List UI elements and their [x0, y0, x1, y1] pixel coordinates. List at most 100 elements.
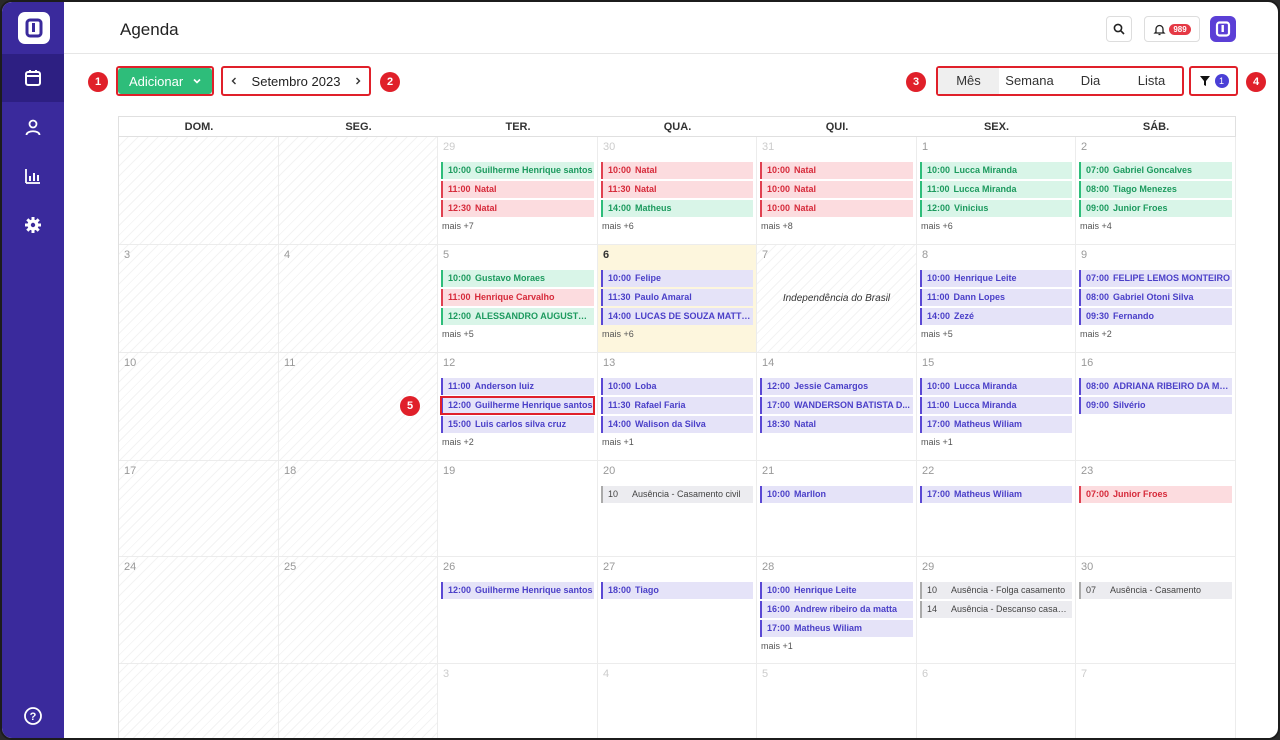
calendar-event[interactable]: 10:00 Henrique Leite	[760, 582, 913, 599]
calendar-event[interactable]: 10:00 Lucca Miranda	[920, 378, 1072, 395]
calendar-event[interactable]: 10:00 Guilherme Henrique santos	[441, 162, 594, 179]
more-events-link[interactable]: mais +2	[442, 437, 474, 447]
day-cell[interactable]: 27 18:00 Tiago	[598, 557, 757, 664]
help-button[interactable]: ?	[23, 706, 43, 731]
day-cell[interactable]	[119, 664, 279, 738]
add-button[interactable]: Adicionar	[118, 68, 212, 94]
day-cell[interactable]: 25	[279, 557, 438, 664]
day-cell[interactable]: 31 10:00 Natal 10:00 Natal 10:00 Natal mais +8	[757, 137, 917, 245]
day-cell[interactable]: 9 07:00 FELIPE LEMOS MONTEIRO 08:00 Gabriel …	[1076, 245, 1236, 353]
calendar-event[interactable]: 18:30 Natal	[760, 416, 913, 433]
calendar-event[interactable]: 10 Ausência - Casamento civil	[601, 486, 753, 503]
day-cell[interactable]: 7	[1076, 664, 1236, 738]
sidebar-item-users[interactable]	[2, 103, 64, 151]
calendar-event[interactable]: 15:00 Luis carlos silva cruz	[441, 416, 594, 433]
calendar-event[interactable]: 10:00 Loba	[601, 378, 753, 395]
tab-day[interactable]: Dia	[1060, 68, 1121, 94]
calendar-event[interactable]: 11:00 Lucca Miranda	[920, 397, 1072, 414]
day-cell[interactable]: 22 17:00 Matheus Wiliam	[917, 461, 1076, 557]
day-cell[interactable]: 3	[119, 245, 279, 353]
more-events-link[interactable]: mais +7	[442, 221, 474, 231]
tab-month[interactable]: Mês	[938, 68, 999, 94]
day-cell[interactable]: 5 10:00 Gustavo Moraes 11:00 Henrique Carval…	[438, 245, 598, 353]
calendar-event[interactable]: 12:30 Natal	[441, 200, 594, 217]
calendar-event[interactable]: 17:00 Matheus Wiliam	[920, 416, 1072, 433]
day-cell[interactable]: 12 11:00 Anderson luiz 12:00 Guilherme Henri…	[438, 353, 598, 461]
calendar-event[interactable]: 08:00 Gabriel Otoni Silva	[1079, 289, 1232, 306]
day-cell[interactable]: 1 10:00 Lucca Miranda 11:00 Lucca Miranda 12:…	[917, 137, 1076, 245]
calendar-event[interactable]: 12:00 Guilherme Henrique santos	[441, 582, 594, 599]
calendar-event[interactable]: 12:00 ALESSANDRO AUGUSTO ...	[441, 308, 594, 325]
sidebar-item-settings[interactable]	[2, 201, 64, 249]
calendar-event[interactable]: 10:00 Natal	[760, 162, 913, 179]
calendar-event[interactable]: 07:00 Junior Froes	[1079, 486, 1232, 503]
calendar-event[interactable]: 09:30 Fernando	[1079, 308, 1232, 325]
calendar-event[interactable]: 11:30 Rafael Faria	[601, 397, 753, 414]
sidebar-item-agenda[interactable]	[2, 54, 64, 102]
day-cell[interactable]: 26 12:00 Guilherme Henrique santos	[438, 557, 598, 664]
calendar-event[interactable]: 10:00 Natal	[760, 200, 913, 217]
calendar-event[interactable]: 16:00 Andrew ribeiro da matta	[760, 601, 913, 618]
more-events-link[interactable]: mais +1	[921, 437, 953, 447]
day-cell[interactable]: 30 07 Ausência - Casamento	[1076, 557, 1236, 664]
calendar-event[interactable]: 10:00 Lucca Miranda	[920, 162, 1072, 179]
day-cell[interactable]: 6	[917, 664, 1076, 738]
day-cell[interactable]: 14 12:00 Jessie Camargos 17:00 WANDERSON BAT…	[757, 353, 917, 461]
day-cell[interactable]: 5	[757, 664, 917, 738]
calendar-event[interactable]: 08:00 Tiago Menezes	[1079, 181, 1232, 198]
day-cell[interactable]: 24	[119, 557, 279, 664]
more-events-link[interactable]: mais +6	[602, 329, 634, 339]
calendar-event[interactable]: 10:00 Natal	[601, 162, 753, 179]
calendar-event[interactable]: 17:00 Matheus Wiliam	[760, 620, 913, 637]
calendar-event[interactable]: 09:00 Junior Froes	[1079, 200, 1232, 217]
more-events-link[interactable]: mais +1	[602, 437, 634, 447]
more-events-link[interactable]: mais +5	[442, 329, 474, 339]
more-events-link[interactable]: mais +6	[921, 221, 953, 231]
more-events-link[interactable]: mais +4	[1080, 221, 1112, 231]
day-cell[interactable]: 16 08:00 ADRIANA RIBEIRO DA MA... 09:00 Silv…	[1076, 353, 1236, 461]
day-cell[interactable]: 4	[279, 245, 438, 353]
day-cell[interactable]: 19	[438, 461, 598, 557]
calendar-event[interactable]: 07:00 Gabriel Goncalves	[1079, 162, 1232, 179]
day-cell[interactable]: 8 10:00 Henrique Leite 11:00 Dann Lopes 14:00…	[917, 245, 1076, 353]
day-cell[interactable]: 21 10:00 Marllon	[757, 461, 917, 557]
calendar-event[interactable]: 11:00 Natal	[441, 181, 594, 198]
calendar-event[interactable]: 11:00 Anderson luiz	[441, 378, 594, 395]
calendar-event[interactable]: 10:00 Gustavo Moraes	[441, 270, 594, 287]
calendar-event[interactable]: 12:00 Guilherme Henrique santos	[440, 396, 595, 415]
day-cell[interactable]: 20 10 Ausência - Casamento civil	[598, 461, 757, 557]
more-events-link[interactable]: mais +1	[761, 641, 793, 651]
more-events-link[interactable]: mais +8	[761, 221, 793, 231]
tab-list[interactable]: Lista	[1121, 68, 1182, 94]
day-cell[interactable]: 23 07:00 Junior Froes	[1076, 461, 1236, 557]
calendar-event[interactable]: 14:00 Matheus	[601, 200, 753, 217]
more-events-link[interactable]: mais +2	[1080, 329, 1112, 339]
calendar-event[interactable]: 14:00 Zezé	[920, 308, 1072, 325]
day-cell[interactable]: 28 10:00 Henrique Leite 16:00 Andrew ribeiro…	[757, 557, 917, 664]
calendar-event[interactable]: 11:00 Henrique Carvalho	[441, 289, 594, 306]
calendar-event[interactable]: 07:00 FELIPE LEMOS MONTEIRO	[1079, 270, 1232, 287]
next-month-button[interactable]	[354, 74, 362, 89]
calendar-event[interactable]: 12:00 Vinicius	[920, 200, 1072, 217]
calendar-event[interactable]: 10:00 Natal	[760, 181, 913, 198]
calendar-event[interactable]: 10:00 Marllon	[760, 486, 913, 503]
calendar-event[interactable]: 11:30 Paulo Amaral	[601, 289, 753, 306]
notifications-button[interactable]: 989	[1144, 16, 1200, 42]
day-cell[interactable]: 4	[598, 664, 757, 738]
day-cell[interactable]: 7 Independência do Brasil	[757, 245, 917, 353]
calendar-event[interactable]: 11:30 Natal	[601, 181, 753, 198]
day-cell[interactable]: 29 10:00 Guilherme Henrique santos 11:00 Nat…	[438, 137, 598, 245]
tab-week[interactable]: Semana	[999, 68, 1060, 94]
more-events-link[interactable]: mais +5	[921, 329, 953, 339]
calendar-event[interactable]: 17:00 Matheus Wiliam	[920, 486, 1072, 503]
day-cell[interactable]: 6 10:00 Felipe 11:30 Paulo Amaral 14:00 LUCAS …	[598, 245, 757, 353]
avatar[interactable]	[1210, 16, 1236, 42]
day-cell[interactable]: 18	[279, 461, 438, 557]
calendar-event[interactable]: 14 Ausência - Descanso casamento	[920, 601, 1072, 618]
calendar-event[interactable]: 11:00 Dann Lopes	[920, 289, 1072, 306]
sidebar-item-reports[interactable]	[2, 152, 64, 200]
day-cell[interactable]: 15 10:00 Lucca Miranda 11:00 Lucca Miranda 17…	[917, 353, 1076, 461]
day-cell[interactable]: 3	[438, 664, 598, 738]
day-cell[interactable]: 17	[119, 461, 279, 557]
calendar-event[interactable]: 10:00 Felipe	[601, 270, 753, 287]
